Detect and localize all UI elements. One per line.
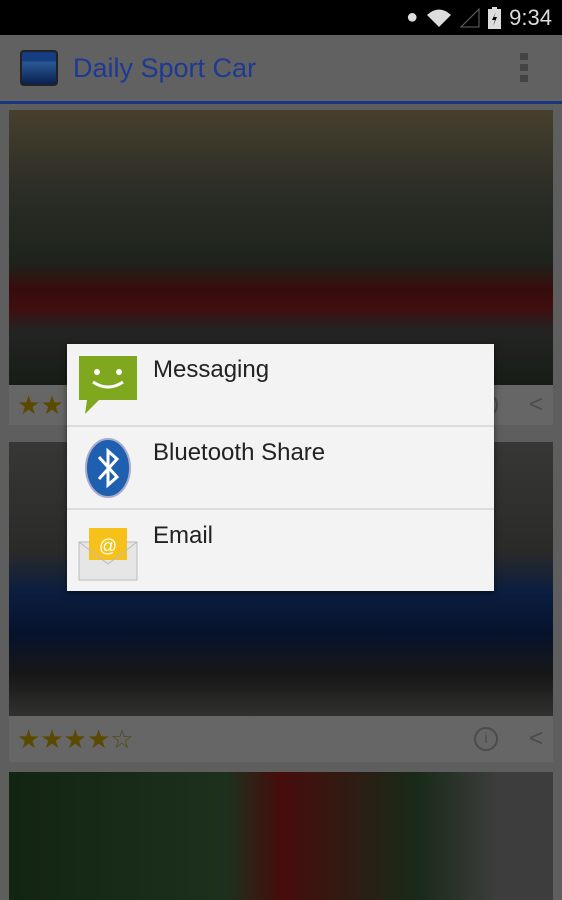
share-option-label: Email [153, 522, 214, 549]
status-bar: ● 9:34 [0, 0, 562, 35]
email-icon: @ [78, 528, 138, 581]
share-option-email[interactable]: @ Email [67, 510, 494, 593]
share-option-label: Bluetooth Share [153, 439, 326, 466]
share-option-messaging[interactable]: Messaging [67, 344, 494, 427]
signal-icon [460, 7, 480, 27]
app-title: Daily Sport Car [73, 52, 257, 83]
messaging-icon [79, 356, 137, 414]
share-option-label: Messaging [153, 356, 270, 383]
battery-charging-icon [488, 6, 502, 29]
wifi-icon [427, 9, 452, 27]
clock: 9:34 [509, 4, 552, 30]
share-dialog: Messaging Bluetooth Share @ Email [67, 344, 494, 591]
overflow-menu-icon[interactable] [520, 53, 528, 82]
app-icon [20, 50, 58, 86]
bluetooth-icon [85, 438, 131, 498]
share-option-bluetooth[interactable]: Bluetooth Share [67, 427, 494, 510]
location-icon: ● [406, 6, 419, 28]
app-bar: Daily Sport Car [0, 35, 562, 104]
svg-text:@: @ [99, 536, 117, 556]
